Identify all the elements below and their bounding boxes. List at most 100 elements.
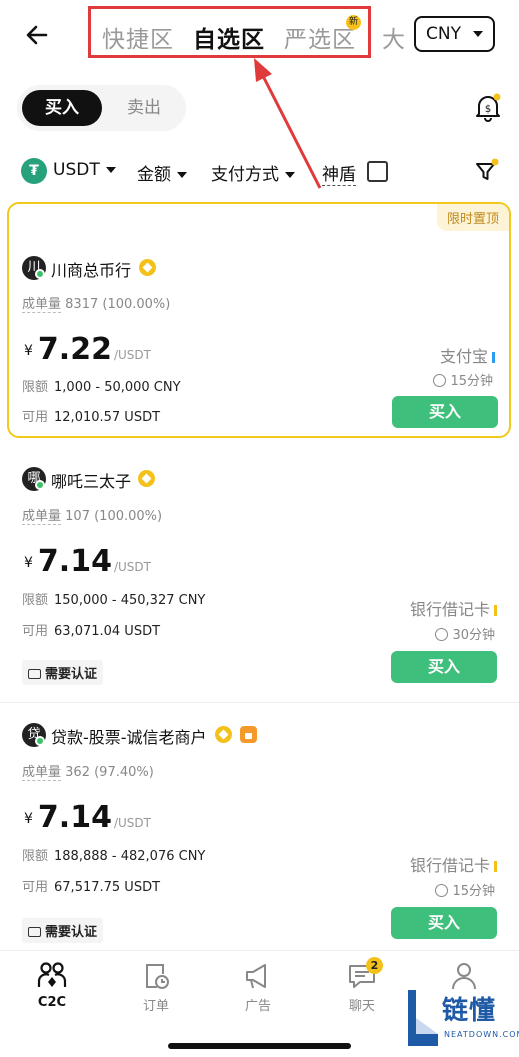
nav-label: C2C [37,995,67,1010]
merchant-name[interactable]: 哪吒三太子 [51,468,131,492]
price: ¥7.22/USDT [24,332,151,367]
shield-filter-label: 神盾 [322,160,356,186]
price-unit: /USDT [113,560,151,574]
price-unit: /USDT [113,816,151,830]
payment-method-label: 银行借记卡 [409,856,490,875]
limit-range: 限额 1,000 - 50,000 CNY [22,376,181,395]
payment-color-bar [492,352,495,363]
payment-method-label: 银行借记卡 [409,600,490,619]
price: ¥7.14/USDT [24,544,151,579]
filter-bar: ₮ USDT 金额 支付方式 神盾 [0,150,519,194]
clock-icon [435,884,449,897]
watermark-text: 链懂 [442,996,497,1026]
available-label: 可用 [22,624,49,639]
listing-card: 哪 哪吒三太子 成单量 107 (100.00%) ¥7.14/USDT 限额 1… [0,448,519,698]
limit-label: 限额 [22,380,49,395]
verified-merchant-icon [138,470,155,487]
limit-value: 1,000 - 50,000 CNY [54,380,181,395]
amount-filter-label: 金额 [137,165,171,185]
price-alert-bell-icon[interactable]: $ [474,92,502,122]
order-icon [146,964,169,989]
nav-orders[interactable]: 订单 [126,961,186,1014]
buy-button[interactable]: 买入 [391,651,497,683]
trade-count-value: 362 (97.40%) [65,765,154,780]
shield-checkbox[interactable] [367,161,388,182]
tab-quick-zone[interactable]: 快捷区 [102,20,174,54]
payment-color-bar [494,605,497,616]
chat-unread-badge: 2 [366,957,383,974]
payment-filter[interactable]: 支付方式 [211,160,295,185]
home-indicator[interactable] [168,1043,351,1049]
available-amount: 可用 63,071.04 USDT [22,620,160,639]
limit-value: 188,888 - 482,076 CNY [54,849,206,864]
currency-symbol: ¥ [24,810,33,827]
verification-required-tag: 需要认证 [22,660,104,685]
verification-required-label: 需要认证 [45,667,98,682]
time-limit-value: 30分钟 [452,628,495,643]
trade-count: 成单量 8317 (100.00%) [22,293,171,313]
verified-merchant-icon [215,726,232,743]
clock-icon [435,628,449,641]
trade-count-value: 8317 (100.00%) [65,297,171,312]
available-amount: 可用 12,010.57 USDT [22,406,160,425]
amount-filter[interactable]: 金额 [137,160,187,185]
nav-c2c[interactable]: C2C [22,961,82,1010]
svg-text:$: $ [485,104,491,115]
buy-button[interactable]: 买入 [391,907,497,939]
chevron-down-icon [105,167,116,173]
filter-funnel-icon[interactable] [474,158,500,184]
trade-count-label: 成单量 [22,297,62,313]
limit-label: 限额 [22,593,49,608]
tab-large-zone[interactable]: 大 [382,20,405,54]
sell-tab[interactable]: 卖出 [109,90,179,126]
time-limit-value: 15分钟 [452,884,495,899]
nav-chat[interactable]: 2 聊天 [332,957,392,1014]
payment-filter-label: 支付方式 [211,165,279,185]
time-limit-value: 15分钟 [450,374,493,389]
price-unit: /USDT [113,348,151,362]
payment-method: 支付宝 [440,343,495,367]
card-divider [0,702,519,703]
new-badge: 新 [346,15,361,30]
price-value: 7.14 [37,800,112,835]
id-card-icon [28,927,41,937]
coin-filter[interactable]: USDT [53,160,116,180]
currency-selector[interactable]: CNY [414,16,495,52]
trade-count-value: 107 (100.00%) [65,509,163,524]
available-label: 可用 [22,880,49,895]
payment-method: 银行借记卡 [410,852,497,876]
currency-symbol: ¥ [24,554,33,571]
nav-label: 聊天 [348,999,375,1014]
price: ¥7.14/USDT [24,800,151,835]
trade-count: 成单量 362 (97.40%) [22,761,154,781]
watermark-subtext: NEATDOWN.COM [444,1030,519,1039]
payment-method-label: 支付宝 [439,347,488,366]
payment-method: 银行借记卡 [410,596,497,620]
available-value: 12,010.57 USDT [54,410,161,425]
usdt-coin-icon: ₮ [21,158,47,184]
trade-count: 成单量 107 (100.00%) [22,505,163,525]
merchant-name[interactable]: 贷款-股票-诚信老商户 [51,724,207,748]
c2c-icon [37,962,67,987]
payment-color-bar [494,861,497,872]
available-value: 63,071.04 USDT [54,624,161,639]
price-value: 7.22 [37,332,112,367]
buy-tab[interactable]: 买入 [22,90,102,126]
tab-selected-zone[interactable]: 自选区 [193,20,265,54]
listing-card: 贷 贷款-股票-诚信老商户 成单量 362 (97.40%) ¥7.14/USD… [0,704,519,950]
tab-strict-zone[interactable]: 严选区 [284,20,356,54]
payment-time-limit: 15分钟 [435,880,495,899]
site-watermark: 链懂 NEATDOWN.COM [404,988,519,1050]
nav-ads[interactable]: 广告 [228,961,288,1014]
payment-time-limit: 15分钟 [433,370,493,389]
id-card-icon [28,669,41,679]
back-arrow-icon[interactable] [22,20,52,50]
pinned-tag: 限时置顶 [436,204,509,231]
limit-range: 限额 150,000 - 450,327 CNY [22,589,205,608]
online-indicator [35,736,45,746]
buy-button[interactable]: 买入 [392,396,498,428]
verified-merchant-icon [139,259,156,276]
available-value: 67,517.75 USDT [54,880,161,895]
limit-label: 限额 [22,849,49,864]
merchant-name[interactable]: 川商总币行 [51,257,131,281]
